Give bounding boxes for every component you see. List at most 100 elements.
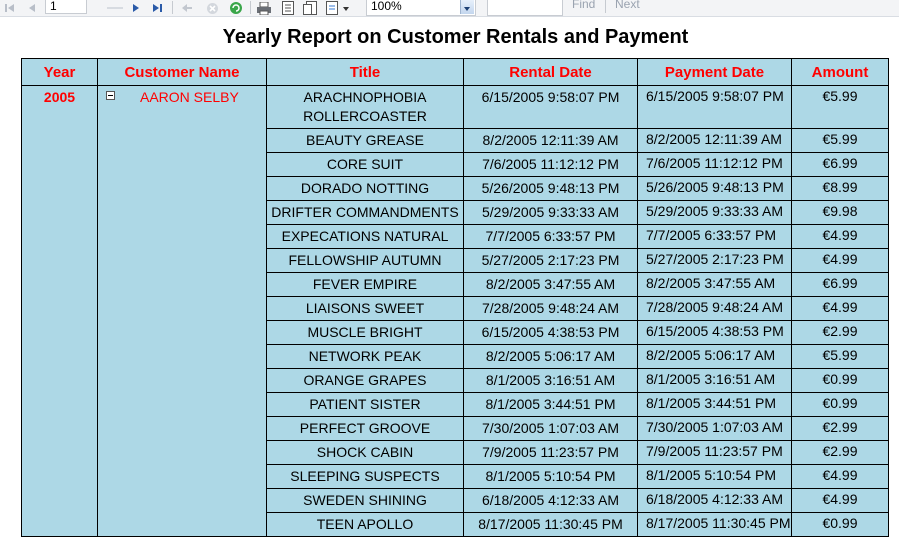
amount-cell: €2.99 <box>791 416 889 441</box>
title-cell: SHOCK CABIN <box>266 440 464 465</box>
title-cell: FEVER EMPIRE <box>266 272 464 297</box>
rental-date-cell: 8/1/2005 3:44:51 PM <box>463 392 638 417</box>
payment-date-cell: 8/17/2005 11:30:45 PM <box>637 512 792 537</box>
first-page-icon[interactable] <box>4 0 16 16</box>
rental-date-cell: 8/2/2005 3:47:55 AM <box>463 272 638 297</box>
rental-date-cell: 7/6/2005 11:12:12 PM <box>463 152 638 177</box>
amount-cell: €4.99 <box>791 248 889 273</box>
title-cell: ARACHNOPHOBIA ROLLERCOASTER <box>266 85 464 129</box>
rental-date-cell: 5/26/2005 9:48:13 PM <box>463 176 638 201</box>
customer-group: AARON SELBY <box>98 89 266 107</box>
title-cell: LIAISONS SWEET <box>266 296 464 321</box>
amount-cell: €0.99 <box>791 368 889 393</box>
header-payment-date: Payment Date <box>637 58 792 86</box>
print-icon[interactable] <box>256 0 272 16</box>
zoom-value: 100% <box>371 0 402 13</box>
amount-cell: €6.99 <box>791 272 889 297</box>
next-page-icon[interactable] <box>130 0 142 16</box>
find-next-link[interactable]: Next <box>615 0 640 11</box>
header-title: Title <box>266 58 464 86</box>
amount-cell: €9.98 <box>791 200 889 225</box>
title-cell: SLEEPING SUSPECTS <box>266 464 464 489</box>
amount-cell: €2.99 <box>791 440 889 465</box>
amount-cell: €0.99 <box>791 392 889 417</box>
rental-date-cell: 5/29/2005 9:33:33 AM <box>463 200 638 225</box>
amount-cell: €2.99 <box>791 320 889 345</box>
title-cell: BEAUTY GREASE <box>266 128 464 153</box>
rental-date-cell: 6/15/2005 4:38:53 PM <box>463 320 638 345</box>
last-page-icon[interactable] <box>151 0 165 16</box>
customer-name: AARON SELBY <box>140 89 239 105</box>
payment-date-cell: 7/6/2005 11:12:12 PM <box>637 152 792 177</box>
page-setup-icon[interactable] <box>302 0 318 16</box>
header-amount: Amount <box>791 58 889 86</box>
chevron-down-icon[interactable] <box>460 0 474 14</box>
collapse-icon[interactable] <box>106 91 115 100</box>
amount-cell: €6.99 <box>791 152 889 177</box>
rental-date-cell: 7/9/2005 11:23:57 PM <box>463 440 638 465</box>
payment-date-cell: 8/1/2005 3:44:51 PM <box>637 392 792 417</box>
find-input[interactable] <box>487 0 563 16</box>
payment-date-cell: 8/1/2005 5:10:54 PM <box>637 464 792 489</box>
title-cell: PERFECT GROOVE <box>266 416 464 441</box>
header-year: Year <box>21 58 98 86</box>
payment-date-cell: 6/18/2005 4:12:33 AM <box>637 488 792 513</box>
title-cell: EXPECATIONS NATURAL <box>266 224 464 249</box>
payment-date-cell: 7/7/2005 6:33:57 PM <box>637 224 792 249</box>
payment-date-cell: 8/2/2005 5:06:17 AM <box>637 344 792 369</box>
payment-date-cell: 7/9/2005 11:23:57 PM <box>637 440 792 465</box>
title-cell: DORADO NOTTING <box>266 176 464 201</box>
amount-cell: €5.99 <box>791 344 889 369</box>
header-customer-name: Customer Name <box>97 58 267 86</box>
rental-date-cell: 5/27/2005 2:17:23 PM <box>463 248 638 273</box>
rental-date-cell: 7/30/2005 1:07:03 AM <box>463 416 638 441</box>
toolbar-separator <box>605 0 606 13</box>
rental-date-cell: 7/7/2005 6:33:57 PM <box>463 224 638 249</box>
report-table: Year Customer Name Title Rental Date Pay… <box>21 58 889 537</box>
refresh-icon[interactable] <box>228 0 244 16</box>
header-rental-date: Rental Date <box>463 58 638 86</box>
find-link[interactable]: Find <box>572 0 595 11</box>
amount-cell: €5.99 <box>791 85 889 129</box>
rental-date-cell: 8/2/2005 5:06:17 AM <box>463 344 638 369</box>
page-count-label <box>104 0 126 16</box>
rental-date-cell: 8/17/2005 11:30:45 PM <box>463 512 638 537</box>
payment-date-cell: 5/27/2005 2:17:23 PM <box>637 248 792 273</box>
header-row: Year Customer Name Title Rental Date Pay… <box>21 58 889 86</box>
payment-date-cell: 7/28/2005 9:48:24 AM <box>637 296 792 321</box>
print-layout-icon[interactable] <box>280 0 296 16</box>
amount-cell: €4.99 <box>791 488 889 513</box>
zoom-select[interactable]: 100% <box>366 0 476 16</box>
payment-date-cell: 5/26/2005 9:48:13 PM <box>637 176 792 201</box>
title-cell: DRIFTER COMMANDMENTS <box>266 200 464 225</box>
rental-date-cell: 8/2/2005 12:11:39 AM <box>463 128 638 153</box>
title-cell: MUSCLE BRIGHT <box>266 320 464 345</box>
toolbar-separator <box>172 1 173 14</box>
amount-cell: €4.99 <box>791 464 889 489</box>
payment-date-cell: 5/29/2005 9:33:33 AM <box>637 200 792 225</box>
title-cell: TEEN APOLLO <box>266 512 464 537</box>
report-body: 2005 AARON SELBY ARACHNOPHOBIA ROLLERCOA… <box>21 85 889 537</box>
previous-page-icon[interactable] <box>26 0 38 16</box>
report-title: Yearly Report on Customer Rentals and Pa… <box>222 26 689 48</box>
amount-cell: €5.99 <box>791 128 889 153</box>
amount-cell: €8.99 <box>791 176 889 201</box>
rental-date-cell: 8/1/2005 5:10:54 PM <box>463 464 638 489</box>
title-cell: ORANGE GRAPES <box>266 368 464 393</box>
toolbar-separator <box>250 1 251 14</box>
rental-date-cell: 6/15/2005 9:58:07 PM <box>463 85 638 129</box>
amount-cell: €4.99 <box>791 224 889 249</box>
export-icon[interactable] <box>325 0 351 16</box>
year-cell: 2005 <box>21 85 98 537</box>
title-cell: SWEDEN SHINING <box>266 488 464 513</box>
payment-date-cell: 8/1/2005 3:16:51 AM <box>637 368 792 393</box>
payment-date-cell: 7/30/2005 1:07:03 AM <box>637 416 792 441</box>
table-row: 2005 AARON SELBY ARACHNOPHOBIA ROLLERCOA… <box>21 85 889 537</box>
page-number-input[interactable]: 1 <box>45 0 87 14</box>
back-icon[interactable] <box>180 0 194 16</box>
customer-cell: AARON SELBY <box>97 85 267 537</box>
stop-icon[interactable] <box>204 0 220 16</box>
title-cell: FELLOWSHIP AUTUMN <box>266 248 464 273</box>
payment-date-cell: 8/2/2005 3:47:55 AM <box>637 272 792 297</box>
title-cell: NETWORK PEAK <box>266 344 464 369</box>
